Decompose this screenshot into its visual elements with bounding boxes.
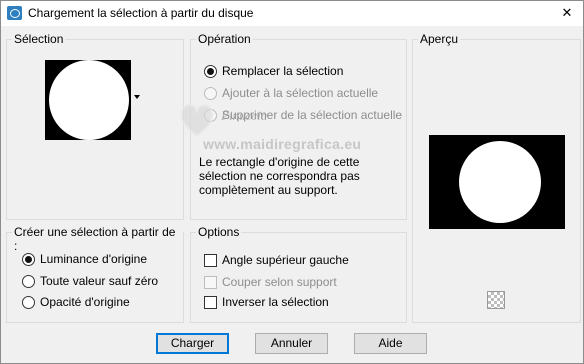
radio-indicator[interactable] <box>204 64 217 78</box>
radio-replace[interactable]: Remplacer la sélection <box>204 64 343 78</box>
selection-group: Sélection <box>6 32 184 220</box>
watermark-name: Pinuccia <box>221 108 268 123</box>
options-group: Options Angle supérieur gauche Couper se… <box>190 225 407 323</box>
app-icon <box>7 6 22 20</box>
dropdown-arrow-icon[interactable] <box>134 95 140 99</box>
radio-nonzero[interactable]: Toute valeur sauf zéro <box>22 274 158 288</box>
dialog-window: Chargement la sélection à partir du disq… <box>0 0 584 364</box>
load-button[interactable]: Charger <box>156 333 229 354</box>
radio-label: Luminance d'origine <box>40 252 148 266</box>
create-from-group: Créer une sélection à partir de : Lumina… <box>6 225 184 323</box>
checkbox-label: Angle supérieur gauche <box>222 253 349 267</box>
watermark: Pinuccia www.maidiregrafica.eu <box>173 98 403 168</box>
selection-group-label: Sélection <box>12 32 66 46</box>
checkbox-label: Couper selon support <box>222 275 337 289</box>
close-button[interactable]: ✕ <box>551 1 583 26</box>
radio-indicator[interactable] <box>22 252 35 266</box>
preview-image <box>429 135 565 229</box>
selection-thumbnail[interactable] <box>45 60 131 140</box>
watermark-url: www.maidiregrafica.eu <box>203 136 362 152</box>
checkerboard-icon[interactable] <box>487 291 505 309</box>
radio-indicator[interactable] <box>22 295 35 309</box>
checkbox-crop-to-canvas[interactable]: Couper selon support <box>204 275 337 289</box>
checkbox-label: Inverser la sélection <box>222 295 329 309</box>
heart-icon <box>180 104 214 138</box>
radio-opacity[interactable]: Opacité d'origine <box>22 295 130 309</box>
radio-label: Opacité d'origine <box>40 295 130 309</box>
cancel-button[interactable]: Annuler <box>255 333 328 354</box>
radio-label: Remplacer la sélection <box>222 64 344 78</box>
help-button[interactable]: Aide <box>354 333 427 354</box>
preview-group: Aperçu <box>412 32 581 323</box>
selection-shape <box>49 60 129 140</box>
checkbox-box[interactable] <box>204 275 217 289</box>
preview-shape <box>459 141 541 223</box>
options-group-label: Options <box>196 225 242 239</box>
radio-label: Toute valeur sauf zéro <box>40 274 159 288</box>
operation-group-label: Opération <box>196 32 253 46</box>
create-from-group-label: Créer une sélection à partir de : <box>12 225 183 253</box>
title-bar: Chargement la sélection à partir du disq… <box>1 1 583 26</box>
dialog-title: Chargement la sélection à partir du disq… <box>28 6 254 20</box>
checkbox-box[interactable] <box>204 295 217 309</box>
checkbox-top-left[interactable]: Angle supérieur gauche <box>204 253 349 267</box>
preview-group-label: Aperçu <box>418 32 461 46</box>
checkbox-invert[interactable]: Inverser la sélection <box>204 295 329 309</box>
checkbox-box[interactable] <box>204 253 217 267</box>
radio-luminance[interactable]: Luminance d'origine <box>22 252 147 266</box>
radio-indicator[interactable] <box>22 274 35 288</box>
